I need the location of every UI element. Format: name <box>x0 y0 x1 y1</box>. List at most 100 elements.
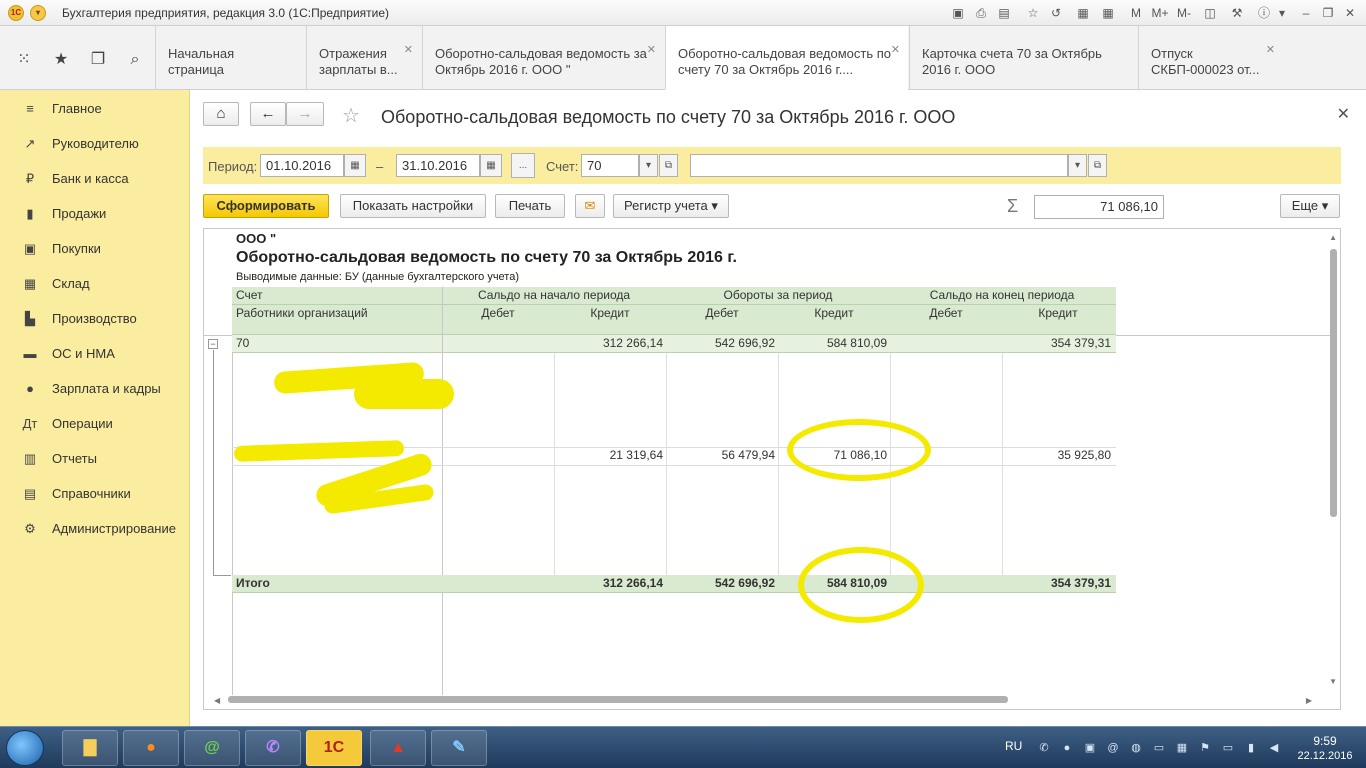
apps-grid-icon[interactable]: ⁙ <box>14 50 34 70</box>
volume-tray-icon[interactable]: ◀ <box>1267 741 1281 755</box>
report-spreadsheet[interactable]: ООО " Оборотно-сальдовая ведомость по сч… <box>203 228 1341 710</box>
account-open-icon[interactable]: ⧉ <box>659 154 678 177</box>
sidebar-item-production[interactable]: ▙ Производство <box>0 308 190 330</box>
table-row-total[interactable]: Итого 312 266,14 542 696,92 584 810,09 3… <box>232 575 1116 593</box>
favorites-star-icon[interactable]: ★ <box>51 50 71 70</box>
close-icon[interactable]: ✕ <box>647 42 656 58</box>
sidebar-item-main[interactable]: ≡ Главное <box>0 98 190 120</box>
signal-tray-icon[interactable]: ▮ <box>1244 741 1258 755</box>
memory-icon[interactable]: M <box>1128 5 1144 21</box>
sidebar-item-admin[interactable]: ⚙ Администрирование <box>0 518 190 540</box>
group-collapse-icon[interactable]: − <box>208 339 218 349</box>
info-dropdown-icon[interactable]: ▾ <box>1274 5 1290 21</box>
viber-icon[interactable]: ✆ <box>245 730 301 766</box>
history-icon[interactable]: ↺ <box>1048 5 1064 21</box>
favorite-add-icon[interactable]: ☆ <box>1025 5 1041 21</box>
organization-open-icon[interactable]: ⧉ <box>1088 154 1107 177</box>
more-button[interactable]: Еще ▾ <box>1280 194 1340 218</box>
generate-button[interactable]: Сформировать <box>203 194 329 218</box>
organization-input[interactable] <box>690 154 1068 177</box>
pdf-icon[interactable]: ▲ <box>370 730 426 766</box>
tab-vacation[interactable]: Отпуск СКБП-000023 от... ✕ <box>1138 26 1283 90</box>
calculator-icon[interactable]: ▦ <box>1100 5 1116 21</box>
sidebar-item-reports[interactable]: ▥ Отчеты <box>0 448 190 470</box>
scroll-down-icon[interactable]: ▼ <box>1329 677 1337 686</box>
favorite-star-icon[interactable]: ☆ <box>342 103 360 128</box>
search-icon[interactable]: ⌕ <box>125 50 145 70</box>
period-to-input[interactable]: 31.10.2016 <box>396 154 480 177</box>
monitor-tray-icon[interactable]: ▭ <box>1221 741 1235 755</box>
sidebar-item-salary[interactable]: ● Зарплата и кадры <box>0 378 190 400</box>
register-button[interactable]: Регистр учета ▾ <box>613 194 729 218</box>
calendar-from-icon[interactable]: ▦ <box>344 154 366 177</box>
tab-account-70-balance[interactable]: Оборотно-сальдовая ведомость по счету 70… <box>665 26 908 90</box>
period-from-input[interactable]: 01.10.2016 <box>260 154 344 177</box>
organization-dropdown-icon[interactable]: ▾ <box>1068 154 1087 177</box>
paint-icon[interactable]: ✎ <box>431 730 487 766</box>
home-button[interactable]: ⌂ <box>203 102 239 126</box>
keyboard-tray-icon[interactable]: ▦ <box>1175 741 1189 755</box>
flag-tray-icon[interactable]: ⚑ <box>1198 741 1212 755</box>
tab-home[interactable]: Начальная страница <box>155 26 305 90</box>
vertical-scrollbar[interactable] <box>1330 249 1337 517</box>
memory-plus-icon[interactable]: M+ <box>1150 5 1170 21</box>
sidebar-item-bank[interactable]: ₽ Банк и касса <box>0 168 190 190</box>
info-icon[interactable]: ⓘ <box>1256 5 1272 21</box>
sidebar-item-manager[interactable]: ↗ Руководителю <box>0 133 190 155</box>
scroll-right-icon[interactable]: ▶ <box>1306 696 1312 705</box>
tab-account-card[interactable]: Карточка счета 70 за Октябрь 2016 г. ООО <box>909 26 1137 90</box>
sidebar-item-operations[interactable]: Дт Операции <box>0 413 190 435</box>
show-settings-button[interactable]: Показать настройки <box>340 194 486 218</box>
sidebar-item-references[interactable]: ▤ Справочники <box>0 483 190 505</box>
sidebar-item-sales[interactable]: ▮ Продажи <box>0 203 190 225</box>
preview-icon[interactable]: ▤ <box>996 5 1012 21</box>
print-button[interactable]: Печать <box>495 194 565 218</box>
chat-tray-icon[interactable]: ▣ <box>1083 741 1097 755</box>
forward-button[interactable]: → <box>286 102 324 126</box>
firefox-icon[interactable]: ● <box>123 730 179 766</box>
selected-sum-field[interactable]: 71 086,10 <box>1034 195 1164 219</box>
close-icon[interactable]: ✕ <box>1266 42 1275 58</box>
maximize-icon[interactable]: ❐ <box>1320 5 1336 21</box>
mail-icon[interactable]: @ <box>184 730 240 766</box>
sidebar-item-warehouse[interactable]: ▦ Склад <box>0 273 190 295</box>
scroll-left-icon[interactable]: ◀ <box>214 696 220 705</box>
app-menu-icon[interactable]: ▾ <box>30 5 46 21</box>
app-logo-icon[interactable]: 1С <box>8 5 24 21</box>
sidebar-item-fixed-assets[interactable]: ▬ ОС и НМА <box>0 343 190 365</box>
calendar-icon[interactable]: ▦ <box>1075 5 1091 21</box>
viber-tray-icon[interactable]: ✆ <box>1037 741 1051 755</box>
panel-icon[interactable]: ◫ <box>1202 5 1218 21</box>
tab-salary-postings[interactable]: Отражения зарплаты в... ✕ <box>306 26 421 90</box>
drive-tray-icon[interactable]: ▭ <box>1152 741 1166 755</box>
calendar-to-icon[interactable]: ▦ <box>480 154 502 177</box>
tools-icon[interactable]: ⚒ <box>1229 5 1245 21</box>
account-input[interactable]: 70 <box>581 154 639 177</box>
close-icon[interactable]: ✕ <box>891 42 900 58</box>
account-dropdown-icon[interactable]: ▾ <box>639 154 658 177</box>
sidebar-item-purchases[interactable]: ▣ Покупки <box>0 238 190 260</box>
close-icon[interactable]: ✕ <box>404 42 413 58</box>
explorer-icon[interactable]: ▇ <box>62 730 118 766</box>
clock-date[interactable]: 22.12.2016 <box>1290 750 1360 762</box>
table-row-account-70[interactable]: 70 312 266,14 542 696,92 584 810,09 354 … <box>232 335 1116 353</box>
scroll-up-icon[interactable]: ▲ <box>1329 233 1337 242</box>
clock-time[interactable]: 9:59 <box>1300 734 1350 748</box>
language-indicator[interactable]: RU <box>1005 739 1022 753</box>
history-pages-icon[interactable]: ❐ <box>88 50 108 70</box>
horizontal-scrollbar[interactable] <box>228 696 1008 703</box>
mail-tray-icon[interactable]: @ <box>1106 741 1120 755</box>
email-icon[interactable]: ✉ <box>575 194 605 218</box>
print-icon[interactable]: ⎙ <box>973 5 989 21</box>
minimize-icon[interactable]: – <box>1298 5 1314 21</box>
user-tray-icon[interactable]: ● <box>1060 741 1074 755</box>
period-select-button[interactable]: ... <box>511 153 535 178</box>
save-icon[interactable]: ▣ <box>950 5 966 21</box>
close-form-icon[interactable]: ✕ <box>1337 104 1350 124</box>
network-tray-icon[interactable]: ◍ <box>1129 741 1143 755</box>
window-close-icon[interactable]: ✕ <box>1342 5 1358 21</box>
tab-trial-balance[interactable]: Оборотно-сальдовая ведомость за Октябрь … <box>422 26 664 90</box>
memory-minus-icon[interactable]: M- <box>1174 5 1194 21</box>
1c-icon[interactable]: 1С <box>306 730 362 766</box>
start-button[interactable] <box>6 730 44 766</box>
